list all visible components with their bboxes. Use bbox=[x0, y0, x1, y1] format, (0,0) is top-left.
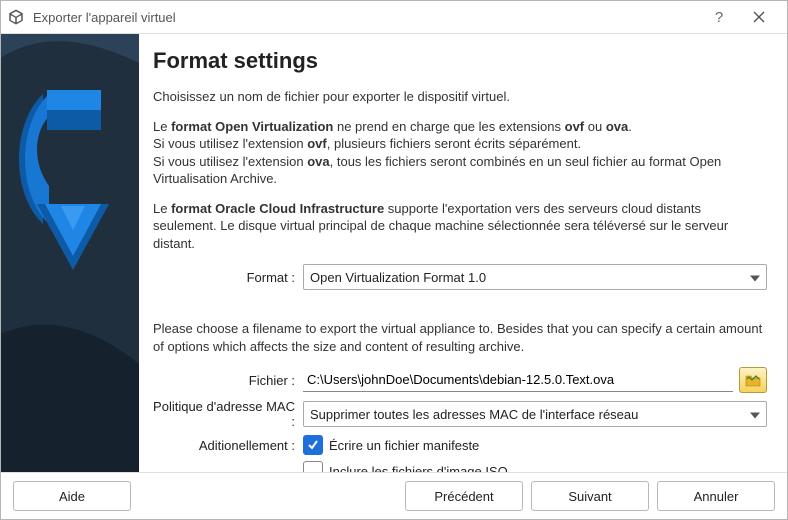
additional-row: Aditionellement : Écrire un fichier mani… bbox=[153, 435, 767, 455]
text: Si vous utilisez l'extension bbox=[153, 136, 307, 151]
manifest-checkbox-wrap[interactable]: Écrire un fichier manifeste bbox=[303, 435, 479, 455]
cancel-button[interactable]: Annuler bbox=[657, 481, 775, 511]
back-button[interactable]: Précédent bbox=[405, 481, 523, 511]
footer: Aide Précédent Suivant Annuler bbox=[1, 472, 787, 519]
mac-policy-select-value: Supprimer toutes les adresses MAC de l'i… bbox=[310, 407, 638, 422]
mac-policy-select[interactable]: Supprimer toutes les adresses MAC de l'i… bbox=[303, 401, 767, 427]
oci-paragraph: Le format Oracle Cloud Infrastructure su… bbox=[153, 200, 767, 253]
additional-label: Aditionellement : bbox=[153, 438, 303, 453]
text: ne prend en charge que les extensions bbox=[333, 119, 564, 134]
file-row: Fichier : bbox=[153, 367, 767, 393]
file-label: Fichier : bbox=[153, 373, 303, 388]
check-icon bbox=[307, 439, 319, 451]
format-label: Format : bbox=[153, 270, 303, 285]
folder-open-icon bbox=[745, 373, 761, 387]
iso-row: Inclure les fichiers d'image ISO bbox=[153, 461, 767, 472]
help-footer-button[interactable]: Aide bbox=[13, 481, 131, 511]
body: Format settings Choisissez un nom de fic… bbox=[1, 34, 787, 472]
text-bold: ova bbox=[307, 154, 329, 169]
text-bold: ovf bbox=[565, 119, 585, 134]
text-bold: format Open Virtualization bbox=[171, 119, 333, 134]
browse-file-button[interactable] bbox=[739, 367, 767, 393]
iso-checkbox-label: Inclure les fichiers d'image ISO bbox=[329, 464, 508, 472]
text: Si vous utilisez l'extension bbox=[153, 154, 307, 169]
text-bold: ovf bbox=[307, 136, 327, 151]
format-select[interactable]: Open Virtualization Format 1.0 bbox=[303, 264, 767, 290]
text: Le bbox=[153, 201, 171, 216]
intro-text: Choisissez un nom de fichier pour export… bbox=[153, 88, 767, 106]
text: ou bbox=[584, 119, 606, 134]
help-button[interactable]: ? bbox=[699, 3, 739, 31]
chevron-down-icon bbox=[750, 270, 760, 285]
text-bold: format Oracle Cloud Infrastructure bbox=[171, 201, 384, 216]
page-title: Format settings bbox=[153, 48, 767, 74]
content-pane: Format settings Choisissez un nom de fic… bbox=[139, 34, 787, 472]
format-row: Format : Open Virtualization Format 1.0 bbox=[153, 264, 767, 290]
chevron-down-icon bbox=[750, 407, 760, 422]
text: . bbox=[628, 119, 632, 134]
wizard-window: Exporter l'appareil virtuel ? bbox=[0, 0, 788, 520]
mac-policy-label: Politique d'adresse MAC : bbox=[153, 399, 303, 429]
titlebar: Exporter l'appareil virtuel ? bbox=[1, 1, 787, 34]
next-button[interactable]: Suivant bbox=[531, 481, 649, 511]
iso-checkbox-wrap[interactable]: Inclure les fichiers d'image ISO bbox=[303, 461, 508, 472]
app-icon bbox=[7, 8, 25, 26]
text-bold: ova bbox=[606, 119, 628, 134]
format-select-value: Open Virtualization Format 1.0 bbox=[310, 270, 486, 285]
file-input[interactable] bbox=[303, 369, 733, 392]
window-title: Exporter l'appareil virtuel bbox=[33, 10, 699, 25]
text: , plusieurs fichiers seront écrits sépar… bbox=[327, 136, 581, 151]
mac-policy-row: Politique d'adresse MAC : Supprimer tout… bbox=[153, 399, 767, 429]
iso-checkbox[interactable] bbox=[303, 461, 323, 472]
sidebar-graphic bbox=[1, 34, 139, 472]
text: Le bbox=[153, 119, 171, 134]
manifest-checkbox[interactable] bbox=[303, 435, 323, 455]
mid-note: Please choose a filename to export the v… bbox=[153, 320, 767, 355]
close-button[interactable] bbox=[739, 3, 779, 31]
manifest-checkbox-label: Écrire un fichier manifeste bbox=[329, 438, 479, 453]
ovf-ova-paragraph: Le format Open Virtualization ne prend e… bbox=[153, 118, 767, 188]
